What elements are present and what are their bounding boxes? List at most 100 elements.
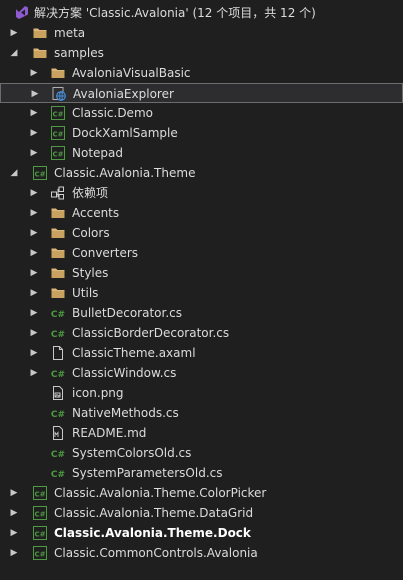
image-file-icon	[50, 385, 66, 401]
tree-item[interactable]: ▶ C# Classic.CommonControls.Avalonia	[0, 543, 403, 563]
folder-icon	[50, 245, 66, 261]
tree-item[interactable]: C# SystemParametersOld.cs	[0, 463, 403, 483]
csharp-file-icon: C#	[50, 325, 66, 341]
solution-icon	[14, 5, 30, 21]
tree-item-label: Converters	[72, 246, 139, 260]
tree-item-label: BulletDecorator.cs	[72, 306, 182, 320]
tree-item[interactable]: ▶ Accents	[0, 203, 403, 223]
tree-item[interactable]: ▶ C# Classic.Avalonia.Theme.DataGrid	[0, 503, 403, 523]
svg-text:C#: C#	[51, 370, 65, 380]
tree-item[interactable]: ▶ 依赖项	[0, 183, 403, 203]
tree-item[interactable]: ▶ C# ClassicBorderDecorator.cs	[0, 323, 403, 343]
tree-item[interactable]: icon.png	[0, 383, 403, 403]
chevron-right-icon[interactable]: ▶	[28, 283, 40, 303]
tree-item[interactable]: ◢ samples	[0, 43, 403, 63]
tree-item[interactable]: 解决方案 'Classic.Avalonia' (12 个项目，共 12 个)	[0, 3, 403, 23]
tree-item[interactable]: ▶ C# ClassicWindow.cs	[0, 363, 403, 383]
csharp-project-icon: C#	[50, 145, 66, 161]
tree-item[interactable]: ▶ Styles	[0, 263, 403, 283]
chevron-right-icon[interactable]: ▶	[29, 84, 41, 104]
tree-item-label: README.md	[72, 426, 147, 440]
csharp-project-icon: C#	[32, 165, 48, 181]
chevron-right-icon[interactable]: ▶	[8, 23, 20, 43]
chevron-right-icon[interactable]: ▶	[28, 123, 40, 143]
svg-text:C#: C#	[52, 110, 63, 118]
tree-item[interactable]: ▶ ClassicTheme.axaml	[0, 343, 403, 363]
chevron-right-icon[interactable]: ▶	[28, 203, 40, 223]
tree-item-label: Classic.Avalonia.Theme	[54, 166, 196, 180]
csharp-file-icon: C#	[50, 405, 66, 421]
tree-item-label: SystemParametersOld.cs	[72, 466, 223, 480]
tree-item-label: Classic.Avalonia.Theme.DataGrid	[54, 506, 254, 520]
folder-icon	[50, 225, 66, 241]
folder-icon	[50, 265, 66, 281]
tree-item-label: Notepad	[72, 146, 123, 160]
tree-item[interactable]: ◢ C# Classic.Avalonia.Theme	[0, 163, 403, 183]
tree-item[interactable]: ▶ meta	[0, 23, 403, 43]
tree-item[interactable]: ▶ AvaloniaVisualBasic	[0, 63, 403, 83]
csharp-project-icon: C#	[50, 125, 66, 141]
chevron-right-icon[interactable]: ▶	[28, 323, 40, 343]
tree-item-label: Classic.Avalonia.Theme.ColorPicker	[54, 486, 267, 500]
chevron-right-icon[interactable]: ▶	[28, 303, 40, 323]
tree-item[interactable]: ▶ Utils	[0, 283, 403, 303]
folder-icon	[50, 285, 66, 301]
chevron-right-icon[interactable]: ▶	[28, 243, 40, 263]
tree-item[interactable]: ▶ C# Classic.Avalonia.Theme.Dock	[0, 523, 403, 543]
folder-icon	[50, 205, 66, 221]
svg-text:C#: C#	[51, 310, 65, 320]
tree-item-label: DockXamlSample	[72, 126, 178, 140]
svg-text:C#: C#	[51, 470, 65, 480]
svg-text:C#: C#	[52, 130, 63, 138]
tree-item[interactable]: ▶ Converters	[0, 243, 403, 263]
csharp-file-icon: C#	[50, 445, 66, 461]
chevron-right-icon[interactable]: ▶	[28, 343, 40, 363]
tree-item-label: Classic.Demo	[72, 106, 153, 120]
tree-item-label: Styles	[72, 266, 109, 280]
chevron-right-icon[interactable]: ▶	[28, 183, 40, 203]
tree-item[interactable]: ▶ C# Classic.Demo	[0, 103, 403, 123]
chevron-right-icon[interactable]: ▶	[8, 523, 20, 543]
tree-item[interactable]: ▶ Colors	[0, 223, 403, 243]
folder-icon	[50, 65, 66, 81]
chevron-down-icon[interactable]: ◢	[8, 43, 20, 63]
tree-item[interactable]: C# NativeMethods.cs	[0, 403, 403, 423]
chevron-down-icon[interactable]: ◢	[8, 163, 20, 183]
csharp-project-icon: C#	[32, 545, 48, 561]
svg-text:C#: C#	[52, 150, 63, 158]
tree-item[interactable]: ▶ AvaloniaExplorer	[0, 83, 403, 103]
tree-item[interactable]: ▶ C# DockXamlSample	[0, 123, 403, 143]
csharp-project-icon: C#	[32, 525, 48, 541]
tree-item-label: ClassicTheme.axaml	[72, 346, 196, 360]
svg-text:C#: C#	[51, 410, 65, 420]
svg-text:C#: C#	[34, 530, 45, 538]
chevron-right-icon[interactable]: ▶	[28, 223, 40, 243]
tree-item[interactable]: README.md	[0, 423, 403, 443]
chevron-right-icon[interactable]: ▶	[28, 363, 40, 383]
chevron-right-icon[interactable]: ▶	[28, 63, 40, 83]
tree-item-label: AvaloniaExplorer	[73, 87, 174, 101]
axaml-file-icon	[50, 345, 66, 361]
csharp-file-icon: C#	[50, 465, 66, 481]
svg-text:C#: C#	[34, 510, 45, 518]
chevron-right-icon[interactable]: ▶	[28, 103, 40, 123]
tree-item[interactable]: C# SystemColorsOld.cs	[0, 443, 403, 463]
tree-item-label: Classic.Avalonia.Theme.Dock	[54, 526, 251, 540]
svg-text:C#: C#	[34, 490, 45, 498]
chevron-right-icon[interactable]: ▶	[8, 503, 20, 523]
csharp-file-icon: C#	[50, 305, 66, 321]
csharp-file-icon: C#	[50, 365, 66, 381]
tree-item[interactable]: ▶ C# Classic.Avalonia.Theme.ColorPicker	[0, 483, 403, 503]
chevron-right-icon[interactable]: ▶	[28, 263, 40, 283]
solution-explorer-tree: 解决方案 'Classic.Avalonia' (12 个项目，共 12 个) ▶…	[0, 0, 403, 580]
vb-project-icon	[51, 86, 67, 102]
chevron-right-icon[interactable]: ▶	[28, 143, 40, 163]
folder-icon	[32, 45, 48, 61]
folder-icon	[32, 25, 48, 41]
tree-item[interactable]: ▶ C# BulletDecorator.cs	[0, 303, 403, 323]
chevron-right-icon[interactable]: ▶	[8, 483, 20, 503]
csharp-project-icon: C#	[50, 105, 66, 121]
chevron-right-icon[interactable]: ▶	[8, 543, 20, 563]
tree-item[interactable]: ▶ C# Notepad	[0, 143, 403, 163]
svg-text:C#: C#	[51, 330, 65, 340]
